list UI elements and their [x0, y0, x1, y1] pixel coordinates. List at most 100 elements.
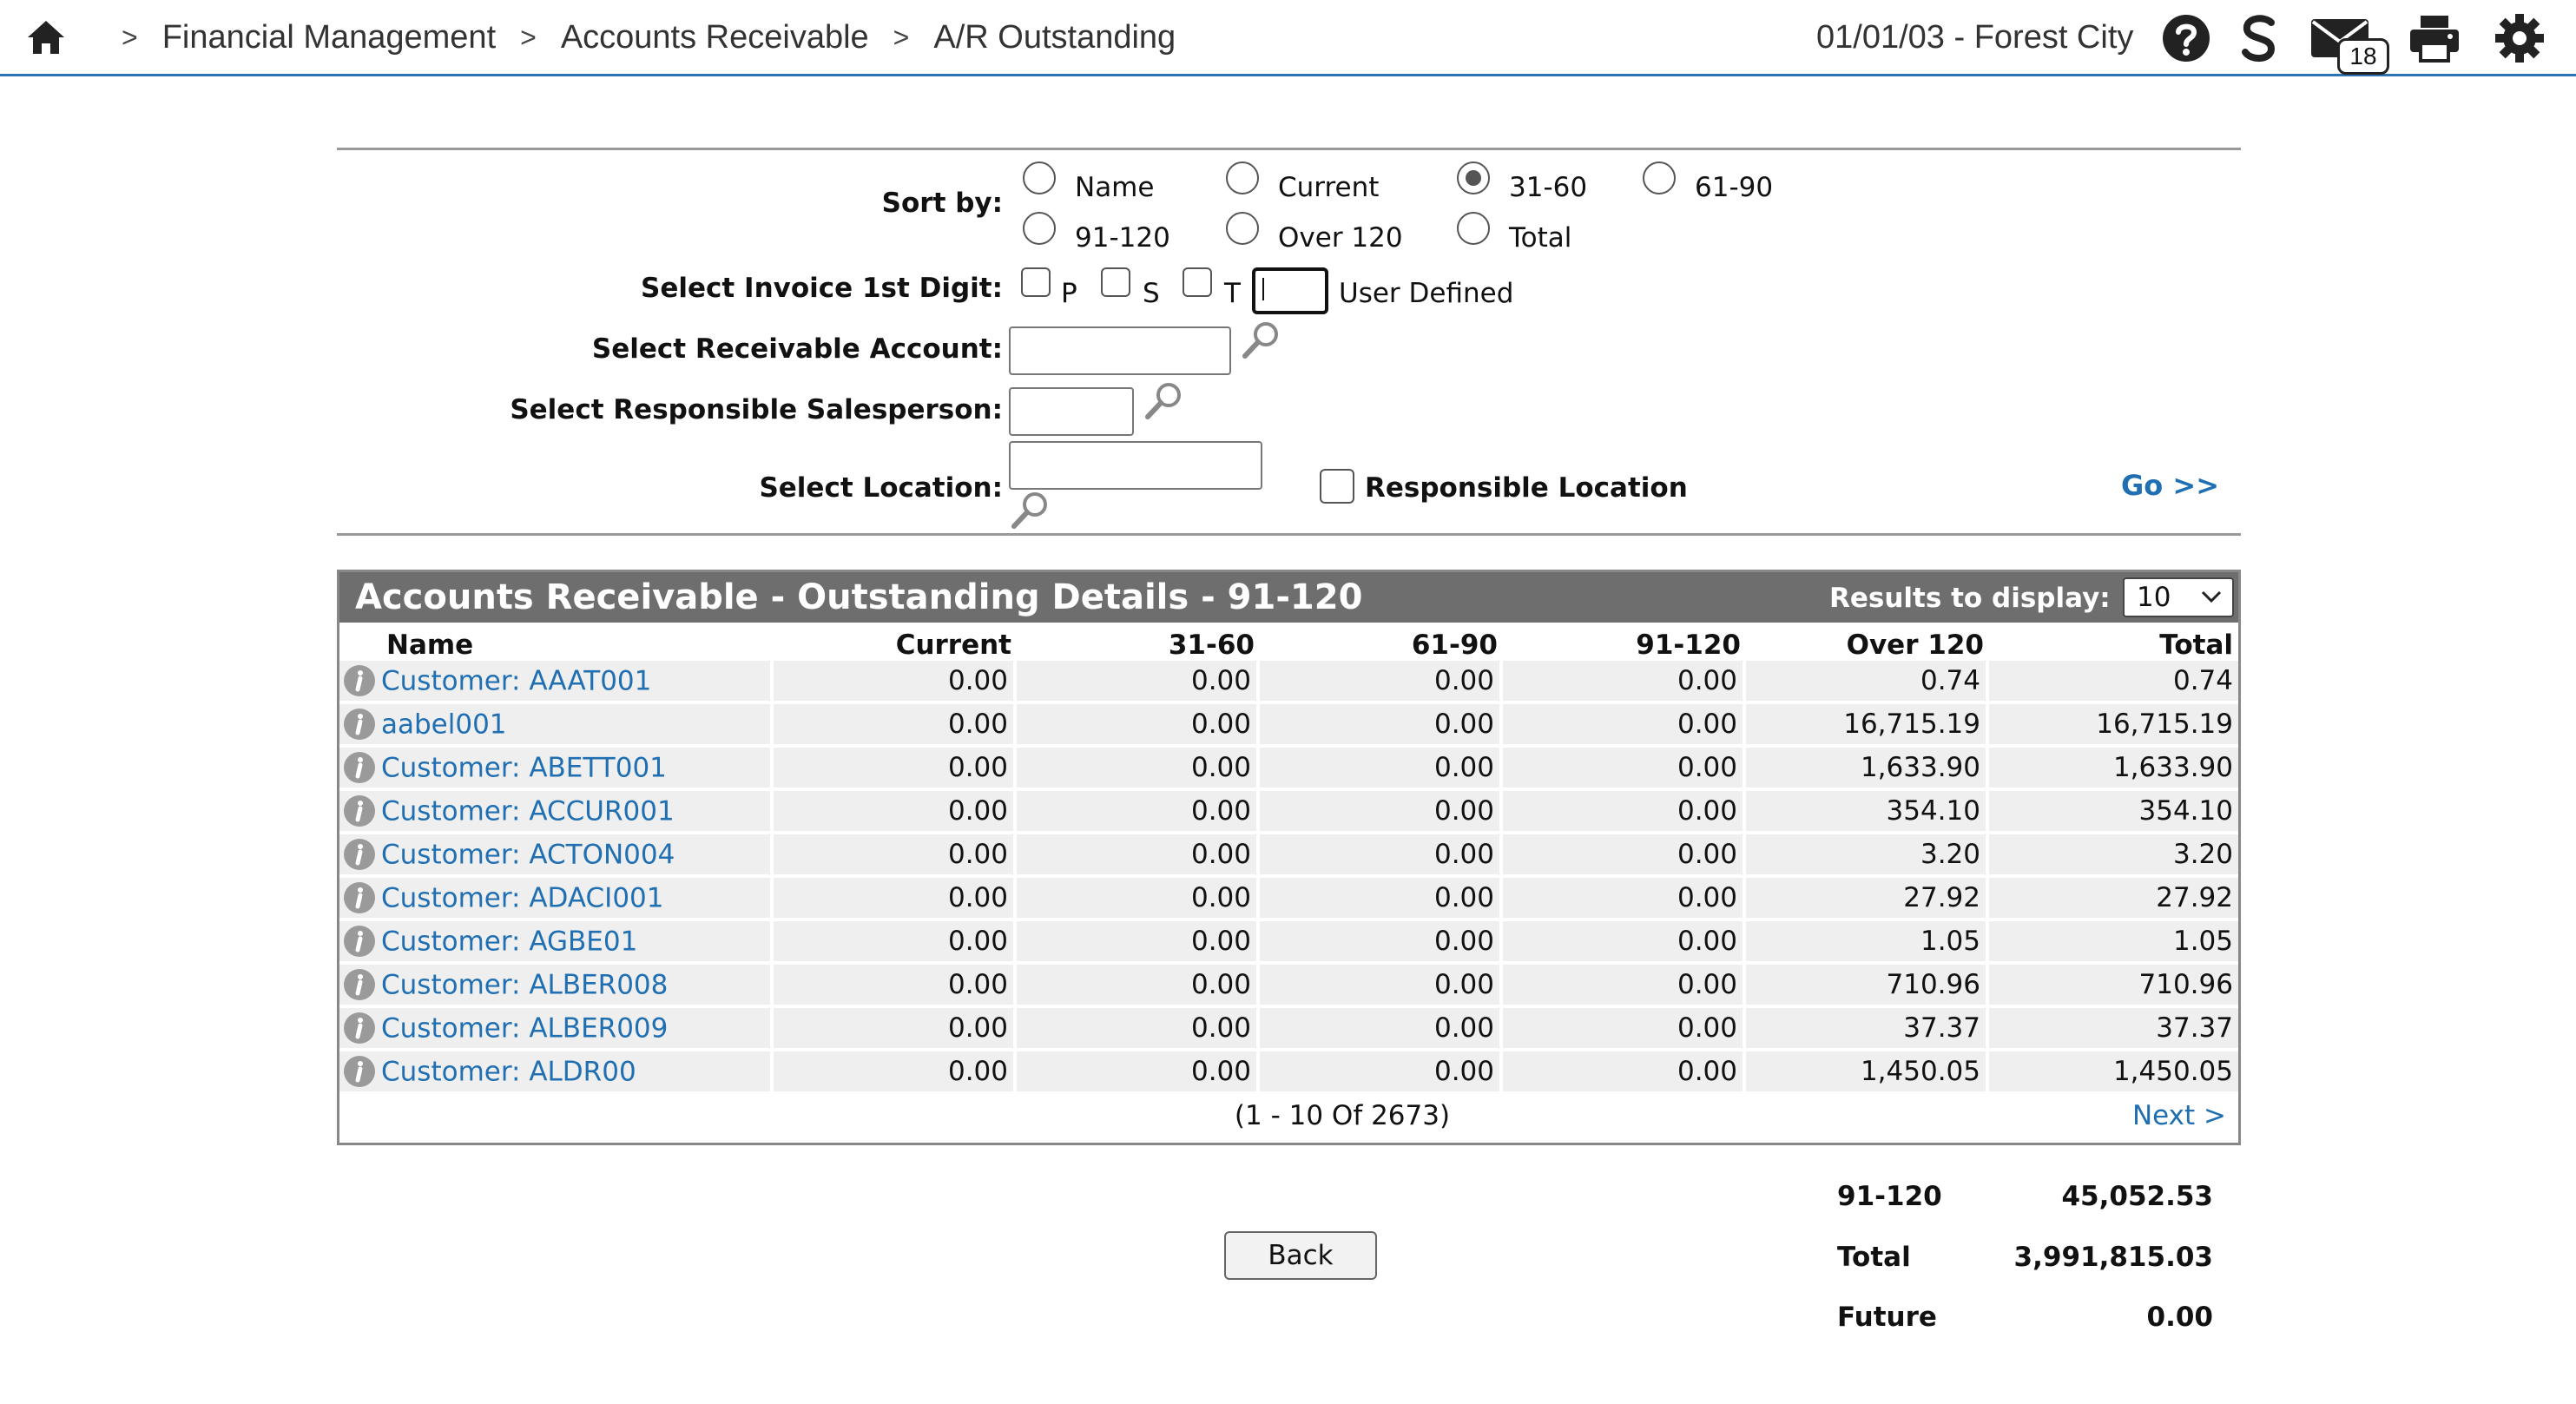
location-input[interactable]	[1009, 441, 1262, 490]
customer-link[interactable]: Customer: ACTON004	[381, 839, 675, 870]
go-link[interactable]: Go >>	[2121, 469, 2219, 502]
customer-link[interactable]: Customer: AAAT001	[381, 665, 651, 696]
cell-31-60: 0.00	[1017, 1051, 1260, 1095]
results-to-display-value: 10	[2137, 582, 2171, 613]
customer-link[interactable]: Customer: AGBE01	[381, 926, 637, 957]
responsible-location-checkbox[interactable]	[1320, 469, 1354, 504]
cell-91-120: 0.00	[1503, 1008, 1746, 1051]
customer-link[interactable]: Customer: ALDR00	[381, 1056, 636, 1087]
cell-current: 0.00	[774, 921, 1017, 965]
info-icon[interactable]	[343, 794, 376, 827]
cell-current: 0.00	[774, 878, 1017, 921]
summary-value-future: 0.00	[2146, 1302, 2214, 1333]
cell-current: 0.00	[774, 748, 1017, 791]
cell-current: 0.00	[774, 965, 1017, 1008]
sort-radio-name[interactable]	[1023, 161, 1056, 194]
cell-total: 354.10	[1989, 791, 2238, 834]
cell-31-60: 0.00	[1017, 921, 1260, 965]
info-icon[interactable]	[343, 1055, 376, 1088]
info-icon[interactable]	[343, 925, 376, 958]
sort-radio-current[interactable]	[1226, 161, 1259, 194]
cell-name: Customer: ADACI001	[339, 878, 774, 921]
cell-61-90: 0.00	[1260, 1008, 1503, 1051]
table-row: Customer: ACTON004 0.00 0.00 0.00 0.00 3.20 3.…	[339, 834, 2238, 878]
help-icon[interactable]	[2160, 12, 2212, 64]
receivable-account-label: Select Receivable Account:	[591, 333, 1003, 365]
magnifier-icon[interactable]	[1240, 320, 1281, 361]
customer-link[interactable]: Customer: ADACI001	[381, 882, 664, 913]
column-header-91-120[interactable]: 91-120	[1503, 623, 1746, 661]
magnifier-icon[interactable]	[1009, 490, 1051, 531]
sort-radio-total[interactable]	[1457, 212, 1490, 245]
user-defined-label: User Defined	[1339, 278, 1514, 309]
cell-91-120: 0.00	[1503, 661, 1746, 704]
cell-91-120: 0.00	[1503, 791, 1746, 834]
customer-link[interactable]: Customer: ALBER009	[381, 1012, 668, 1044]
breadcrumb-financial-management[interactable]: Financial Management	[162, 19, 496, 56]
cell-total: 3.20	[1989, 834, 2238, 878]
mail-count-badge[interactable]: 18	[2337, 38, 2389, 75]
results-to-display-select[interactable]: 10	[2123, 577, 2234, 617]
sort-radio-61-90[interactable]	[1643, 161, 1676, 194]
cell-over-120: 1,633.90	[1746, 748, 1989, 791]
customer-link[interactable]: Customer: ACCUR001	[381, 795, 675, 827]
info-icon[interactable]	[343, 881, 376, 914]
s-icon[interactable]	[2233, 12, 2285, 64]
info-icon[interactable]	[343, 1012, 376, 1045]
home-icon[interactable]	[26, 19, 66, 56]
cell-over-120: 1,450.05	[1746, 1051, 1989, 1095]
cell-over-120: 354.10	[1746, 791, 1989, 834]
print-icon[interactable]	[2408, 12, 2461, 64]
sort-radio-over-120[interactable]	[1226, 212, 1259, 245]
cell-31-60: 0.00	[1017, 965, 1260, 1008]
gear-icon[interactable]	[2494, 12, 2546, 64]
column-header-61-90[interactable]: 61-90	[1260, 623, 1503, 661]
customer-link[interactable]: aabel001	[381, 709, 507, 740]
cell-current: 0.00	[774, 791, 1017, 834]
back-button[interactable]: Back	[1224, 1231, 1377, 1280]
info-icon[interactable]	[343, 664, 376, 697]
customer-link[interactable]: Customer: ABETT001	[381, 752, 667, 783]
invoice-digit-s-checkbox[interactable]	[1101, 267, 1130, 297]
table-row: Customer: ALBER009 0.00 0.00 0.00 0.00 37.37 3…	[339, 1008, 2238, 1051]
sort-option-label: Over 120	[1278, 222, 1403, 254]
info-icon[interactable]	[343, 751, 376, 784]
results-to-display-label: Results to display:	[1829, 583, 2111, 614]
receivable-account-input[interactable]	[1009, 326, 1231, 375]
column-header-31-60[interactable]: 31-60	[1017, 623, 1260, 661]
sort-radio-31-60[interactable]	[1457, 161, 1490, 194]
user-defined-input[interactable]	[1252, 267, 1328, 314]
column-header-current[interactable]: Current	[774, 623, 1017, 661]
info-icon[interactable]	[343, 838, 376, 871]
info-icon[interactable]	[343, 708, 376, 741]
column-header-total[interactable]: Total	[1989, 623, 2238, 661]
cell-91-120: 0.00	[1503, 748, 1746, 791]
cell-name: Customer: ALDR00	[339, 1051, 774, 1095]
customer-link[interactable]: Customer: ALBER008	[381, 969, 668, 1000]
column-header-name[interactable]: Name	[339, 623, 774, 661]
breadcrumb-separator: >	[893, 21, 910, 53]
salesperson-input[interactable]	[1009, 387, 1134, 436]
column-header-over-120[interactable]: Over 120	[1746, 623, 1989, 661]
cell-total: 0.74	[1989, 661, 2238, 704]
magnifier-icon[interactable]	[1143, 380, 1184, 422]
cell-31-60: 0.00	[1017, 791, 1260, 834]
invoice-digit-t-checkbox[interactable]	[1183, 267, 1212, 297]
cell-61-90: 0.00	[1260, 704, 1503, 748]
invoice-digit-p-checkbox[interactable]	[1021, 267, 1051, 297]
info-icon[interactable]	[343, 968, 376, 1001]
cell-61-90: 0.00	[1260, 791, 1503, 834]
pagination-summary: (1 - 10 Of 2673)	[1234, 1100, 1451, 1131]
sort-by-label: Sort by:	[881, 188, 1003, 219]
next-page-link[interactable]: Next >	[2132, 1100, 2226, 1131]
top-bar: > Financial Management > Accounts Receiv…	[0, 0, 2576, 76]
cell-61-90: 0.00	[1260, 921, 1503, 965]
sort-radio-91-120[interactable]	[1023, 212, 1056, 245]
cell-61-90: 0.00	[1260, 661, 1503, 704]
cell-over-120: 3.20	[1746, 834, 1989, 878]
breadcrumb-accounts-receivable[interactable]: Accounts Receivable	[561, 19, 869, 56]
summary-label-future: Future	[1837, 1302, 1937, 1333]
cell-over-120: 37.37	[1746, 1008, 1989, 1051]
breadcrumb-ar-outstanding: A/R Outstanding	[933, 18, 1176, 56]
date-location[interactable]: 01/01/03 - Forest City	[1816, 16, 2133, 59]
